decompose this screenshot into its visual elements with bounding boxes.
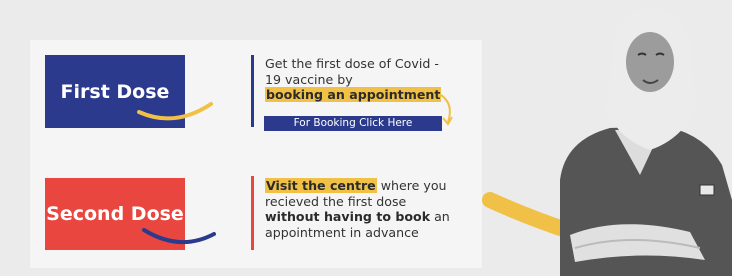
flag-badge-icon xyxy=(699,184,715,196)
booking-button[interactable]: For Booking Click Here xyxy=(264,116,442,131)
booking-highlight: booking an appointment xyxy=(265,87,442,102)
booking-button-label: For Booking Click Here xyxy=(293,117,413,129)
second-dose-description: Visit the centre where you recieved the … xyxy=(265,178,455,240)
first-dose-divider xyxy=(251,55,254,127)
first-dose-text: Get the first dose of Covid - 19 vaccine… xyxy=(265,56,439,87)
swoosh-yellow-icon xyxy=(137,102,213,121)
first-dose-description: Get the first dose of Covid - 19 vaccine… xyxy=(265,56,445,103)
no-booking-bold: without having to book xyxy=(265,209,431,224)
swoosh-navy-icon xyxy=(142,228,216,245)
second-dose-divider xyxy=(251,176,254,250)
visit-centre-highlight: Visit the centre xyxy=(265,178,377,193)
